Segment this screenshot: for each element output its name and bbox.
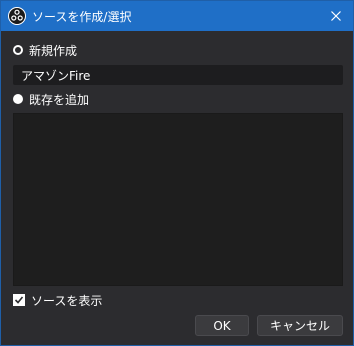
- ok-button[interactable]: OK: [195, 315, 249, 336]
- add-existing-label: 既存を追加: [29, 92, 90, 107]
- show-source-checkbox-row[interactable]: ソースを表示: [13, 291, 102, 309]
- create-new-radio[interactable]: 新規作成: [13, 41, 77, 59]
- close-button[interactable]: [325, 5, 347, 27]
- add-existing-radio[interactable]: 既存を追加: [13, 90, 89, 108]
- dialog-content: 新規作成 既存を追加 ソースを表示 OK キャンセル: [1, 31, 353, 345]
- dialog-window: ソースを作成/選択 新規作成 既存を追加 ソースを表示: [0, 0, 354, 346]
- existing-sources-list[interactable]: [13, 113, 343, 286]
- cancel-button[interactable]: キャンセル: [257, 315, 343, 336]
- source-name-input[interactable]: [13, 65, 343, 85]
- window-title: ソースを作成/選択: [32, 10, 132, 24]
- title-bar[interactable]: ソースを作成/選択: [1, 1, 353, 31]
- close-icon: [331, 11, 341, 21]
- checkmark-icon: [14, 296, 24, 304]
- show-source-checkbox[interactable]: [13, 294, 25, 306]
- create-new-radio-indicator[interactable]: [13, 45, 23, 55]
- create-new-label: 新規作成: [29, 43, 78, 58]
- obs-logo-icon: [8, 7, 26, 25]
- add-existing-radio-indicator[interactable]: [13, 94, 23, 104]
- show-source-label: ソースを表示: [31, 293, 103, 308]
